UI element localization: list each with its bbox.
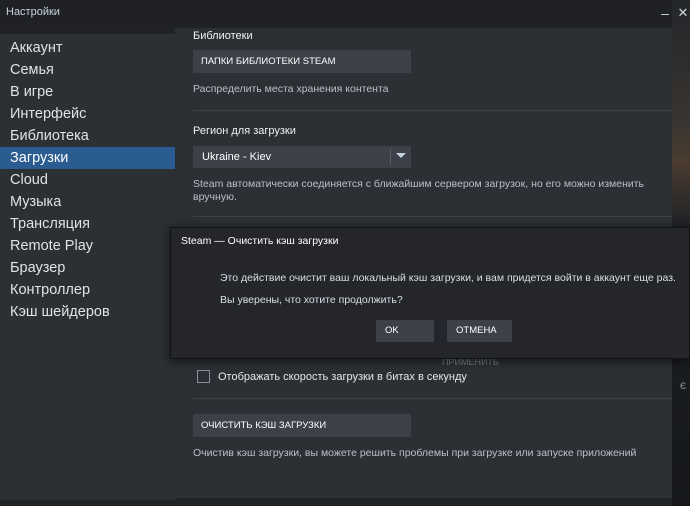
download-region-select[interactable]: Ukraine - Kiev bbox=[193, 146, 411, 168]
libraries-heading: Библиотеки bbox=[193, 30, 253, 42]
sidebar-item-interface[interactable]: Интерфейс bbox=[0, 103, 175, 125]
chevron-down-icon bbox=[396, 153, 406, 158]
window-title: Настройки bbox=[6, 6, 60, 18]
sidebar-item-downloads[interactable]: Загрузки bbox=[0, 147, 175, 169]
cache-description: Очистив кэш загрузки, вы можете решить п… bbox=[193, 447, 637, 459]
clear-download-cache-button[interactable]: ОЧИСТИТЬ КЭШ ЗАГРУЗКИ bbox=[193, 414, 411, 437]
sidebar-item-in-game[interactable]: В игре bbox=[0, 81, 175, 103]
sidebar-item-controller[interactable]: Контроллер bbox=[0, 279, 175, 301]
section-divider bbox=[193, 110, 672, 111]
minimize-icon: – bbox=[661, 5, 669, 21]
dialog-title: Steam — Очистить кэш загрузки bbox=[181, 235, 339, 247]
sidebar-item-cloud[interactable]: Cloud bbox=[0, 169, 175, 191]
bits-per-second-checkbox[interactable] bbox=[197, 370, 210, 383]
title-bar[interactable]: Настройки – bbox=[0, 0, 672, 28]
region-description-line2: вручную. bbox=[193, 191, 237, 203]
download-region-value: Ukraine - Kiev bbox=[202, 151, 272, 163]
download-region-heading: Регион для загрузки bbox=[193, 125, 296, 137]
library-folders-button[interactable]: ПАПКИ БИБЛИОТЕКИ STEAM bbox=[193, 50, 411, 73]
background-glyph: є bbox=[680, 378, 687, 392]
sidebar-item-library[interactable]: Библиотека bbox=[0, 125, 175, 147]
bits-per-second-label: Отображать скорость загрузки в битах в с… bbox=[218, 371, 467, 383]
dialog-question: Вы уверены, что хотите продолжить? bbox=[220, 294, 403, 306]
close-icon: ✕ bbox=[677, 5, 689, 20]
region-description-line1: Steam автоматически соединяется с ближай… bbox=[193, 178, 645, 190]
dialog-message: Это действие очистит ваш локальный кэш з… bbox=[220, 272, 676, 284]
sidebar-item-shader-cache[interactable]: Кэш шейдеров bbox=[0, 301, 175, 323]
sidebar-item-browser[interactable]: Браузер bbox=[0, 257, 175, 279]
section-divider bbox=[193, 398, 672, 399]
sidebar-item-music[interactable]: Музыка bbox=[0, 191, 175, 213]
sidebar-item-broadcasting[interactable]: Трансляция bbox=[0, 213, 175, 235]
sidebar-item-remote-play[interactable]: Remote Play bbox=[0, 235, 175, 257]
close-button[interactable]: ✕ bbox=[674, 3, 690, 23]
settings-sidebar: Аккаунт Семья В игре Интерфейс Библиотек… bbox=[0, 34, 175, 500]
sidebar-item-account[interactable]: Аккаунт bbox=[0, 37, 175, 59]
select-separator bbox=[390, 149, 391, 165]
dialog-cancel-button[interactable]: ОТМЕНА bbox=[447, 320, 512, 342]
libraries-description: Распределить места хранения контента bbox=[193, 83, 389, 95]
minimize-button[interactable]: – bbox=[656, 3, 674, 23]
dialog-ok-button[interactable]: OK bbox=[376, 320, 434, 342]
section-divider bbox=[193, 216, 672, 217]
sidebar-item-family[interactable]: Семья bbox=[0, 59, 175, 81]
clear-cache-dialog: Steam — Очистить кэш загрузки Это действ… bbox=[170, 227, 690, 359]
